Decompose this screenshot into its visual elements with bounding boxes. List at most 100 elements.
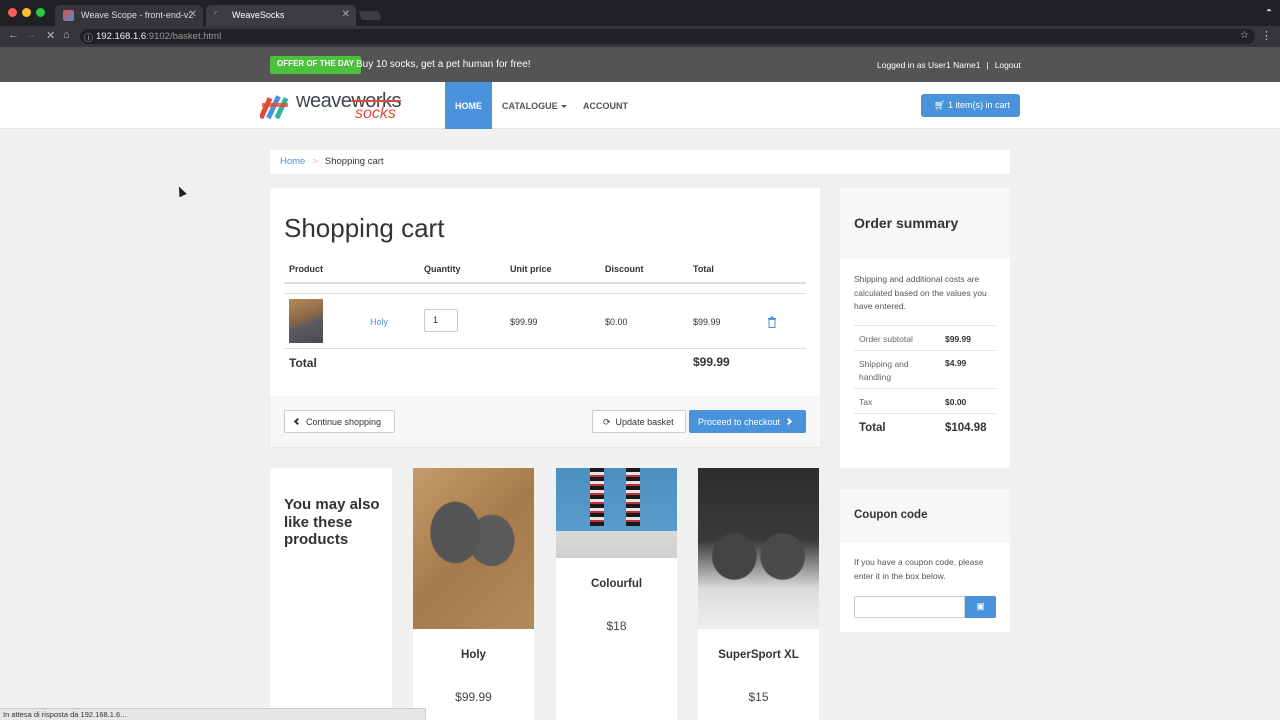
order-summary-header: Order summary bbox=[840, 188, 1010, 259]
close-tab-icon[interactable]: ✕ bbox=[342, 9, 350, 20]
proceed-to-checkout-button[interactable]: Proceed to checkout bbox=[689, 410, 806, 433]
loading-spinner-icon: ◜ bbox=[214, 9, 218, 19]
trash-icon[interactable] bbox=[767, 316, 777, 328]
table-row-divider bbox=[284, 293, 806, 294]
cart-button-label: 1 item(s) in cart bbox=[947, 100, 1010, 110]
suggestions-heading-box: You may also like these products bbox=[270, 468, 392, 720]
logo-socks: socks bbox=[355, 105, 396, 122]
weaveworks-socks-logo[interactable]: weaveworks socks bbox=[260, 90, 420, 124]
page-title: Shopping cart bbox=[284, 213, 445, 243]
nav-home[interactable]: HOME bbox=[445, 82, 492, 129]
quantity-input[interactable]: 1 bbox=[424, 309, 458, 332]
update-basket-button[interactable]: ⟳ Update basket bbox=[592, 410, 686, 433]
column-header-quantity: Quantity bbox=[424, 264, 461, 274]
cart-button[interactable]: 🛒︎ 1 item(s) in cart bbox=[921, 94, 1020, 117]
product-image[interactable] bbox=[413, 468, 534, 629]
breadcrumb-current: Shopping cart bbox=[324, 156, 384, 167]
cart-total-value: $99.99 bbox=[693, 355, 730, 369]
mouse-cursor-icon bbox=[175, 184, 187, 198]
back-arrow-icon[interactable]: ← bbox=[8, 29, 19, 41]
summary-row-total: Total $104.98 bbox=[854, 413, 996, 443]
coupon-code-input[interactable] bbox=[854, 596, 965, 618]
caret-down-icon bbox=[560, 105, 567, 109]
browser-tab-scope[interactable]: Weave Scope - front-end-v2 ✕ bbox=[55, 5, 203, 26]
summary-label: Shipping and handling bbox=[859, 359, 909, 382]
product-name[interactable]: Colourful bbox=[556, 578, 677, 590]
product-name[interactable]: Holy bbox=[413, 649, 534, 661]
breadcrumb: Home > Shopping cart bbox=[270, 150, 1010, 174]
column-header-unit-price: Unit price bbox=[510, 264, 552, 274]
maximize-window-icon[interactable] bbox=[36, 8, 45, 17]
stop-loading-icon[interactable]: ✕ bbox=[46, 29, 55, 42]
line-total: $99.99 bbox=[693, 317, 721, 327]
update-basket-label: Update basket bbox=[615, 417, 674, 427]
summary-value: $4.99 bbox=[945, 358, 967, 368]
close-window-icon[interactable] bbox=[8, 8, 17, 17]
home-icon[interactable]: ⌂ bbox=[63, 29, 70, 41]
url-host: 192.168.1.6 bbox=[96, 31, 147, 42]
product-image[interactable] bbox=[698, 468, 819, 629]
column-header-product: Product bbox=[289, 264, 324, 274]
product-price: $18 bbox=[606, 619, 627, 633]
column-header-total: Total bbox=[693, 264, 714, 274]
product-card[interactable]: Holy $99.99 bbox=[413, 468, 534, 720]
order-summary-note: Shipping and additional costs are calcul… bbox=[854, 274, 987, 311]
tab-title: WeaveSocks bbox=[232, 10, 285, 20]
minimize-window-icon[interactable] bbox=[22, 8, 31, 17]
offer-bar: OFFER OF THE DAY Buy 10 socks, get a pet… bbox=[0, 47, 1280, 82]
logo-weave: weave bbox=[296, 90, 352, 112]
weaveworks-logo-icon bbox=[260, 95, 289, 120]
coupon-title: Coupon code bbox=[854, 509, 928, 521]
browser-tab-bar: Weave Scope - front-end-v2 ✕ ◜ WeaveSock… bbox=[0, 0, 1280, 26]
url-path: :9102/basket.html bbox=[146, 31, 222, 42]
offer-text: Buy 10 socks, get a pet human for free! bbox=[356, 59, 531, 70]
nav-account[interactable]: ACCOUNT bbox=[583, 82, 628, 129]
new-tab-button[interactable] bbox=[358, 11, 382, 20]
continue-shopping-button[interactable]: Continue shopping bbox=[284, 410, 395, 433]
browser-status-bar: In attesa di risposta da 192.168.1.6... bbox=[0, 708, 426, 720]
weave-favicon-icon bbox=[63, 10, 74, 21]
product-name[interactable]: SuperSport XL bbox=[698, 649, 819, 661]
product-card[interactable]: SuperSport XL $15 bbox=[698, 468, 819, 720]
forward-arrow-icon[interactable]: → bbox=[26, 29, 37, 41]
separator: | bbox=[986, 60, 989, 70]
summary-total-value: $104.98 bbox=[945, 422, 987, 434]
url-field[interactable]: ⓘ 192.168.1.6:9102/basket.html ☆ bbox=[80, 29, 1255, 44]
product-image[interactable] bbox=[556, 468, 677, 558]
gift-icon: ▣ bbox=[976, 601, 985, 611]
bookmark-star-icon[interactable]: ☆ bbox=[1240, 30, 1249, 41]
offer-badge[interactable]: OFFER OF THE DAY bbox=[270, 56, 362, 74]
product-thumbnail[interactable] bbox=[289, 299, 323, 343]
suggestions-heading: You may also like these products bbox=[284, 496, 380, 548]
column-header-discount: Discount bbox=[605, 264, 644, 274]
close-tab-icon[interactable]: ✕ bbox=[189, 9, 197, 20]
discount: $0.00 bbox=[605, 317, 628, 327]
breadcrumb-home[interactable]: Home bbox=[280, 156, 305, 167]
coupon-note: If you have a coupon code, please enter … bbox=[854, 557, 984, 581]
logout-link[interactable]: Logout bbox=[995, 60, 1021, 70]
info-icon[interactable]: ⓘ bbox=[84, 31, 93, 44]
product-name-link[interactable]: Holy bbox=[370, 317, 388, 327]
continue-shopping-label: Continue shopping bbox=[306, 417, 382, 427]
order-summary-title: Order summary bbox=[854, 215, 959, 231]
cart-icon: 🛒︎ bbox=[934, 100, 948, 110]
apply-coupon-button[interactable]: ▣ bbox=[965, 596, 996, 618]
summary-value: $99.99 bbox=[945, 334, 971, 344]
cart-actions: Continue shopping ⟳ Update basket Proceed… bbox=[270, 396, 820, 447]
summary-row-tax: Tax $0.00 bbox=[854, 388, 996, 413]
summary-label: Order subtotal bbox=[859, 334, 913, 344]
table-header-divider bbox=[284, 282, 806, 284]
order-summary-panel: Order summary Shipping and additional co… bbox=[840, 188, 1010, 468]
browser-menu-icon[interactable]: ⋮ bbox=[1261, 29, 1272, 42]
tab-title: Weave Scope - front-end-v2 bbox=[81, 10, 194, 20]
product-price: $15 bbox=[748, 690, 769, 704]
product-card[interactable]: Colourful $18 bbox=[556, 468, 677, 720]
login-status: Logged in as User1 Name1 | Logout bbox=[877, 60, 1021, 70]
nav-catalogue[interactable]: CATALOGUE bbox=[502, 82, 567, 129]
browser-tab-weavesocks[interactable]: ◜ WeaveSocks ✕ bbox=[206, 5, 356, 26]
main-navbar: weaveworks socks HOME CATALOGUE ACCOUNT … bbox=[0, 82, 1280, 129]
refresh-icon: ⟳ bbox=[603, 417, 611, 427]
chevron-left-icon bbox=[293, 417, 302, 426]
summary-row-shipping: Shipping and handling $4.99 bbox=[854, 350, 996, 388]
incognito-icon: ◓ bbox=[1265, 6, 1272, 17]
